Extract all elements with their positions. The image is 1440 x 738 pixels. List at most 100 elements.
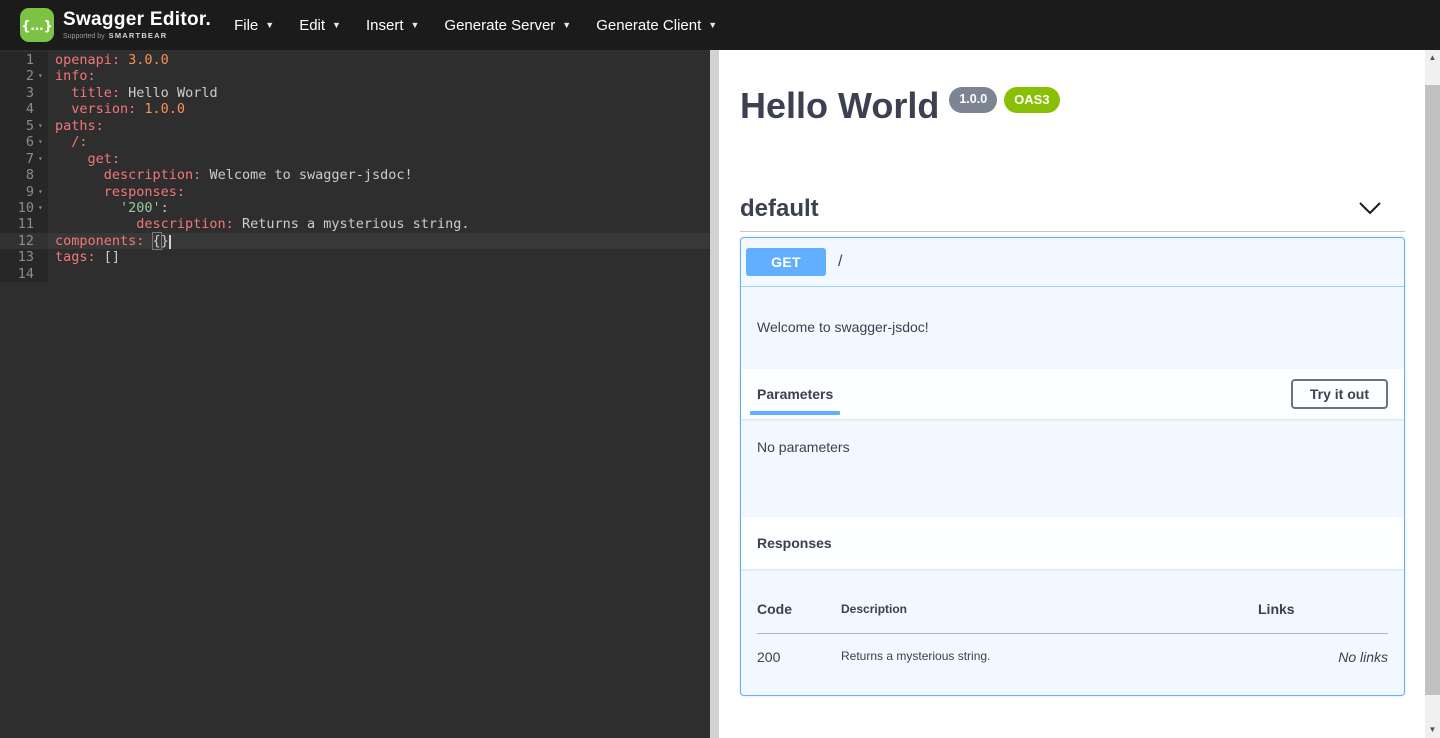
smartbear-label: SMARTBEAR [109, 32, 168, 40]
code-text: paths: [48, 118, 710, 134]
gutter-cell: 2▾ [0, 68, 48, 84]
brand-tagline: Supported by SMARTBEAR [63, 32, 211, 40]
menu-file[interactable]: File▼ [234, 3, 274, 48]
tag-section-default[interactable]: default [740, 195, 1405, 232]
line-number: 11 [0, 216, 38, 232]
yaml-editor[interactable]: 1openapi: 3.0.02▾info:3 title: Hello Wor… [0, 50, 710, 738]
caret-down-icon: ▼ [562, 20, 571, 30]
code-text: info: [48, 68, 710, 84]
code-line[interactable]: 13 tags: [] [0, 249, 710, 265]
code-line[interactable]: 3 title: Hello World [0, 85, 710, 101]
gutter-cell: 9▾ [0, 184, 48, 200]
gutter-cell: 3 [0, 85, 48, 101]
opblock-get-root: GET / Welcome to swagger-jsdoc! Paramete… [740, 237, 1405, 696]
chevron-down-icon[interactable] [1359, 202, 1381, 215]
fold-toggle-icon[interactable]: ▾ [38, 200, 48, 216]
operation-path: / [838, 253, 842, 271]
no-parameters-text: No parameters [741, 419, 1404, 517]
menu-generate-client[interactable]: Generate Client▼ [596, 3, 717, 48]
code-line[interactable]: 10▾ '200': [0, 200, 710, 216]
api-info: Hello World 1.0.0 OAS3 [740, 87, 1405, 125]
response-description: Returns a mysterious string. [841, 633, 1258, 665]
caret-down-icon: ▼ [410, 20, 419, 30]
editor-lines: 1openapi: 3.0.02▾info:3 title: Hello Wor… [0, 52, 710, 282]
col-header-description: Description [841, 581, 1258, 634]
code-line[interactable]: 2▾info: [0, 68, 710, 84]
code-text: description: Welcome to swagger-jsdoc! [48, 167, 710, 183]
line-number: 5 [0, 118, 38, 134]
gutter-cell: 5▾ [0, 118, 48, 134]
code-text: title: Hello World [48, 85, 710, 101]
line-number: 13 [0, 249, 38, 265]
swagger-preview: Hello World 1.0.0 OAS3 default GET / Wel… [719, 50, 1425, 738]
code-line[interactable]: 14 [0, 266, 710, 282]
pane-splitter[interactable] [710, 50, 719, 738]
code-text: version: 1.0.0 [48, 101, 710, 117]
caret-down-icon: ▼ [332, 20, 341, 30]
vertical-scrollbar[interactable]: ▲ ▼ [1425, 50, 1440, 738]
gutter-cell: 7▾ [0, 151, 48, 167]
scroll-down-icon[interactable]: ▼ [1425, 722, 1440, 738]
gutter-cell: 14 [0, 266, 48, 282]
fold-toggle-icon[interactable]: ▾ [38, 151, 48, 167]
fold-spacer [38, 266, 48, 282]
response-row-200: 200 Returns a mysterious string. No link… [757, 633, 1388, 665]
gutter-cell: 6▾ [0, 134, 48, 150]
caret-down-icon: ▼ [708, 20, 717, 30]
code-line[interactable]: 8 description: Welcome to swagger-jsdoc! [0, 167, 710, 183]
menu-bar: File▼ Edit▼ Insert▼ Generate Server▼ Gen… [234, 3, 717, 48]
operation-description: Welcome to swagger-jsdoc! [741, 287, 1404, 369]
line-number: 12 [0, 233, 38, 249]
scrollbar-thumb[interactable] [1425, 85, 1440, 695]
gutter-cell: 4 [0, 101, 48, 117]
fold-toggle-icon[interactable]: ▾ [38, 134, 48, 150]
menu-edit[interactable]: Edit▼ [299, 3, 341, 48]
fold-spacer [38, 101, 48, 117]
code-line[interactable]: 5▾paths: [0, 118, 710, 134]
fold-toggle-icon[interactable]: ▾ [38, 68, 48, 84]
code-text: '200': [48, 200, 710, 216]
version-badge: 1.0.0 [949, 87, 997, 113]
code-text: /: [48, 134, 710, 150]
tag-title: default [740, 195, 819, 223]
code-line[interactable]: 12 components: {} [0, 233, 710, 249]
response-code: 200 [757, 633, 841, 665]
fold-toggle-icon[interactable]: ▾ [38, 118, 48, 134]
fold-toggle-icon[interactable]: ▾ [38, 184, 48, 200]
col-header-code: Code [757, 581, 841, 634]
line-number: 2 [0, 68, 38, 84]
responses-table-wrapper: Code Description Links 200 Returns a mys… [741, 569, 1404, 695]
fold-spacer [38, 216, 48, 232]
brand-name: Swagger Editor. [63, 10, 211, 29]
svg-text:{…}: {…} [21, 19, 53, 34]
code-text: components: {} [48, 233, 710, 249]
try-it-out-button[interactable]: Try it out [1291, 379, 1388, 409]
code-line[interactable]: 4 version: 1.0.0 [0, 101, 710, 117]
code-text: openapi: 3.0.0 [48, 52, 710, 68]
responses-table: Code Description Links 200 Returns a mys… [757, 581, 1388, 665]
menu-generate-server[interactable]: Generate Server▼ [444, 3, 571, 48]
fold-spacer [38, 167, 48, 183]
tab-parameters[interactable]: Parameters [757, 386, 833, 402]
brand: {…} Swagger Editor. Supported by SMARTBE… [20, 8, 211, 42]
gutter-cell: 12 [0, 233, 48, 249]
response-links: No links [1258, 633, 1388, 665]
code-line[interactable]: 9▾ responses: [0, 184, 710, 200]
oas3-badge: OAS3 [1004, 87, 1059, 113]
menu-insert[interactable]: Insert▼ [366, 3, 419, 48]
code-line[interactable]: 7▾ get: [0, 151, 710, 167]
responses-title: Responses [757, 535, 832, 551]
code-line[interactable]: 11 description: Returns a mysterious str… [0, 216, 710, 232]
line-number: 10 [0, 200, 38, 216]
line-number: 8 [0, 167, 38, 183]
code-line[interactable]: 1openapi: 3.0.0 [0, 52, 710, 68]
scroll-up-icon[interactable]: ▲ [1425, 50, 1440, 66]
http-method-badge: GET [746, 248, 826, 276]
text-cursor [169, 235, 171, 249]
operation-summary[interactable]: GET / [741, 238, 1404, 287]
code-line[interactable]: 6▾ /: [0, 134, 710, 150]
fold-spacer [38, 249, 48, 265]
code-text: tags: [] [48, 249, 710, 265]
code-text [48, 266, 710, 282]
code-text: description: Returns a mysterious string… [48, 216, 710, 232]
